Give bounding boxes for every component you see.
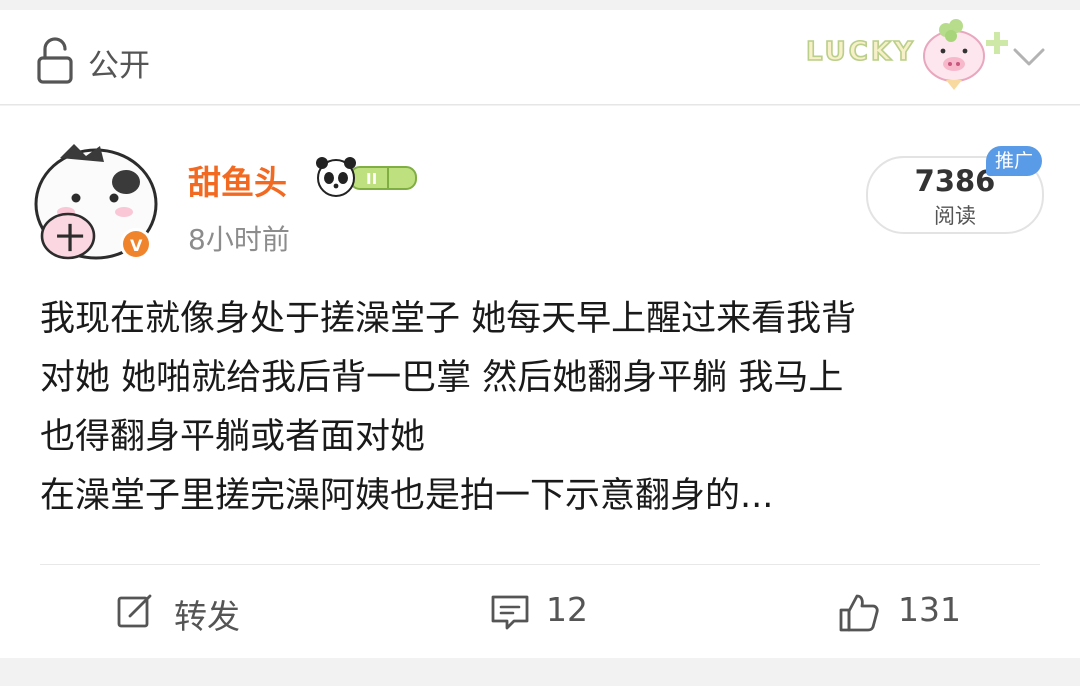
post-line[interactable]: 在澡堂子里搓完澡阿姨也是拍一下示意翻身的...	[40, 467, 1050, 526]
post-line: 对她 她啪就给我后背一巴掌 然后她翻身平躺 我马上	[40, 358, 844, 398]
promo-tag[interactable]: 推广	[986, 146, 1042, 176]
lucky-text: LUCKY	[806, 37, 916, 67]
like-count: 131	[898, 590, 961, 629]
repost-button[interactable]: 转发	[116, 586, 276, 638]
comment-count: 12	[546, 590, 588, 629]
repost-label: 转发	[174, 597, 240, 636]
visibility-label[interactable]: 公开	[88, 40, 150, 85]
post-line: 也得翻身平躺或者面对她	[40, 417, 426, 457]
avatar-mark: 十	[56, 222, 84, 255]
avatar[interactable]: 十 V	[30, 136, 162, 266]
read-label: 阅读	[934, 204, 976, 228]
lock-icon	[36, 36, 74, 88]
panda-level-badge: II	[314, 154, 422, 200]
chevron-down-icon[interactable]	[1012, 46, 1046, 72]
edit-icon	[117, 594, 152, 628]
thumbs-up-icon	[839, 594, 879, 632]
post-card: 十 V 甜鱼头 II 8小时前 7386 阅读 推广 我现在就像身处于搓澡堂子 …	[0, 106, 1080, 658]
post-line: 我现在就像身处于搓澡堂子 她每天早上醒过来看我背	[40, 299, 857, 339]
like-button[interactable]: 131	[838, 586, 998, 638]
comment-button[interactable]: 12	[490, 586, 630, 638]
comment-icon	[491, 595, 529, 630]
post-content: 我现在就像身处于搓澡堂子 她每天早上醒过来看我背 对她 她啪就给我后背一巴掌 然…	[40, 290, 1050, 526]
visibility-bar: 公开 LUCKY	[0, 10, 1080, 105]
level-badge-text: II	[366, 170, 377, 188]
verified-badge-text: V	[130, 236, 143, 255]
action-divider	[40, 564, 1040, 565]
lucky-badge: LUCKY	[800, 14, 1010, 94]
post-timestamp: 8小时前	[188, 223, 290, 256]
author-name[interactable]: 甜鱼头	[188, 156, 287, 204]
